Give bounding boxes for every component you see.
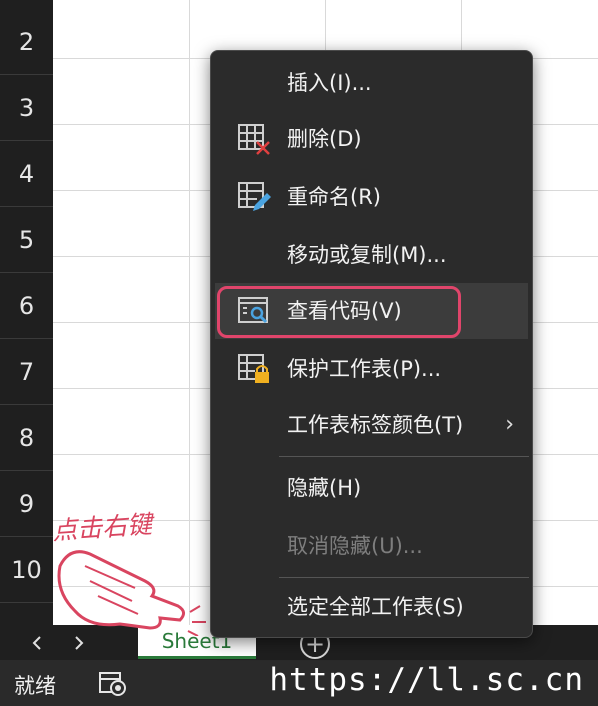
- row-header-3[interactable]: 3: [0, 75, 53, 141]
- context-menu: 插入(I)... 删除(D) 重命名(R) 移动或复制(M)... 查看代码(V…: [210, 50, 533, 638]
- menu-item-label: 插入(I)...: [287, 71, 372, 95]
- watermark-url: https://ll.sc.cn: [269, 662, 584, 698]
- menu-item-select-all-sheets[interactable]: 选定全部工作表(S): [215, 581, 528, 633]
- status-bar: 就绪 https://ll.sc.cn: [0, 660, 598, 706]
- menu-item-label: 选定全部工作表(S): [287, 595, 464, 619]
- row-header-4[interactable]: 4: [0, 141, 53, 207]
- menu-separator: [279, 456, 529, 457]
- menu-item-label: 移动或复制(M)...: [287, 243, 447, 267]
- menu-item-view-code[interactable]: 查看代码(V): [215, 283, 528, 339]
- menu-item-move-copy[interactable]: 移动或复制(M)...: [215, 229, 528, 281]
- menu-item-protect-sheet[interactable]: 保护工作表(P)...: [215, 343, 528, 395]
- row-header-6[interactable]: 6: [0, 273, 53, 339]
- menu-item-rename[interactable]: 重命名(R): [215, 171, 528, 223]
- menu-item-unhide: 取消隐藏(U)...: [215, 520, 528, 572]
- menu-item-hide[interactable]: 隐藏(H): [215, 462, 528, 514]
- row-header-5[interactable]: 5: [0, 207, 53, 273]
- row-header-8[interactable]: 8: [0, 405, 53, 471]
- menu-item-delete[interactable]: 删除(D): [215, 113, 528, 165]
- menu-item-label: 重命名(R): [287, 185, 381, 209]
- menu-item-label: 删除(D): [287, 127, 362, 151]
- row-header-9[interactable]: 9: [0, 471, 53, 537]
- menu-item-tab-color[interactable]: 工作表标签颜色(T) ›: [215, 399, 528, 451]
- delete-sheet-icon: [238, 124, 270, 155]
- pointing-hand-icon: [57, 550, 206, 636]
- rename-sheet-icon: [238, 182, 271, 211]
- chevron-left-icon: [32, 636, 41, 650]
- menu-item-label: 工作表标签颜色(T): [287, 413, 464, 437]
- row-header-10[interactable]: 10: [0, 537, 53, 603]
- grid-col-line: [189, 0, 190, 625]
- menu-item-label: 取消隐藏(U)...: [287, 534, 423, 558]
- menu-item-label: 保护工作表(P)...: [287, 357, 442, 381]
- row-header-2[interactable]: 2: [0, 9, 53, 75]
- annotation-right-click: 点击右键: [51, 509, 154, 546]
- menu-item-label: 隐藏(H): [287, 476, 362, 500]
- chevron-right-icon: ›: [505, 412, 514, 437]
- menu-item-label: 查看代码(V): [287, 299, 402, 323]
- prev-sheet-button[interactable]: [26, 631, 50, 655]
- view-code-icon: [238, 297, 268, 324]
- status-ready-text: 就绪: [14, 674, 56, 698]
- row-headers: 2 3 4 5 6 7 8 9 10: [0, 0, 53, 625]
- menu-separator: [279, 577, 529, 578]
- row-header-7[interactable]: 7: [0, 339, 53, 405]
- protect-sheet-icon: [238, 354, 269, 383]
- macro-record-icon[interactable]: [98, 670, 128, 698]
- menu-item-insert[interactable]: 插入(I)...: [215, 57, 528, 109]
